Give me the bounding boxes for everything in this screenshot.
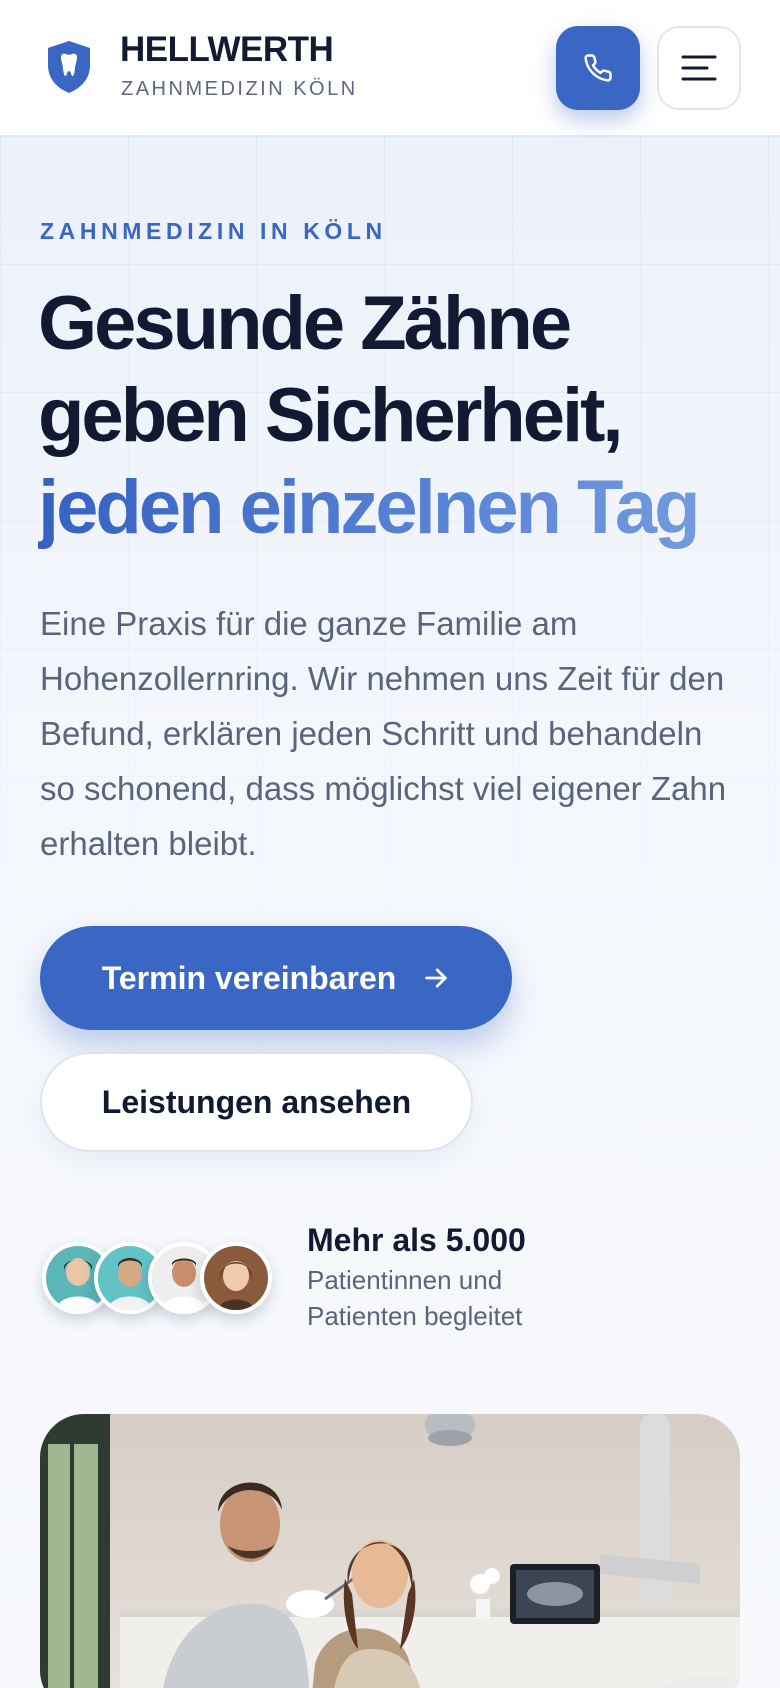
page: HELLWERTH ZAHNMEDIZIN KÖLN ZAHNMEDIZIN I… <box>0 0 780 1688</box>
clinic-photo <box>40 1414 740 1688</box>
dentist-with-patient-image <box>40 1414 740 1688</box>
view-services-label: Leistungen ansehen <box>101 1083 412 1120</box>
hero-headline: Gesunde Zähne geben Sicherheit, jeden ei… <box>38 278 758 554</box>
patient-count-subtitle: Patientinnen und Patienten begleitet <box>307 1265 523 1331</box>
brand-subtitle: ZAHNMEDIZIN KÖLN <box>121 78 358 100</box>
headline-line-2: geben Sicherheit, <box>38 373 624 458</box>
headline-line-1: Gesunde Zähne <box>38 281 572 366</box>
hero-lead-text: Eine Praxis für die ganze Familie am Hoh… <box>40 605 727 862</box>
view-services-button[interactable]: Leistungen ansehen <box>40 1052 473 1152</box>
arrow-right-icon <box>425 968 448 988</box>
hamburger-menu-icon <box>681 55 717 81</box>
book-appointment-label: Termin vereinbaren <box>101 959 397 996</box>
hero-eyebrow: ZAHNMEDIZIN IN KÖLN <box>40 218 387 244</box>
phone-icon <box>584 54 612 82</box>
site-header: HELLWERTH ZAHNMEDIZIN KÖLN <box>0 0 780 136</box>
headline-accent: jeden einzelnen Tag <box>38 462 758 554</box>
patient-count-title: Mehr als 5.000 <box>307 1222 526 1258</box>
tooth-shield-logo-icon[interactable] <box>46 40 92 94</box>
book-appointment-button[interactable]: Termin vereinbaren <box>40 926 512 1030</box>
avatar <box>200 1242 272 1314</box>
brand-name[interactable]: HELLWERTH <box>120 30 334 70</box>
menu-button[interactable] <box>657 26 741 110</box>
patient-avatars <box>42 1242 282 1316</box>
call-button[interactable] <box>556 26 640 110</box>
